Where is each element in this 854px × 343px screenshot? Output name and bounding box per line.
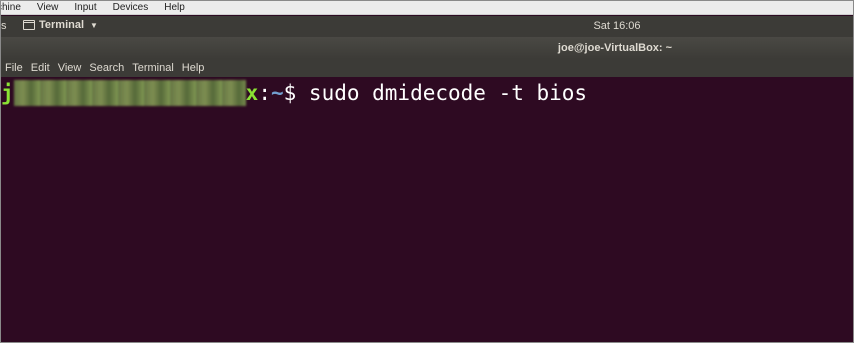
prompt-separator: :	[258, 81, 271, 105]
virtualbox-menubar: chine View Input Devices Help	[1, 1, 853, 15]
prompt-path: ~	[270, 81, 284, 105]
window-title: joe@joe-VirtualBox: ~	[557, 42, 673, 54]
menu-file[interactable]: File	[5, 62, 23, 74]
terminal-body[interactable]: j x:~$ sudo dmidecode -t bios	[1, 77, 853, 342]
menu-edit[interactable]: Edit	[31, 62, 50, 74]
command-line: j x:~$ sudo dmidecode -t bios	[1, 80, 853, 106]
screenshot-frame: chine View Input Devices Help s Terminal…	[0, 0, 854, 343]
command-text: sudo dmidecode -t bios	[296, 81, 588, 105]
vbox-menu-input[interactable]: Input	[74, 2, 104, 13]
terminal-titlebar[interactable]: joe@joe-VirtualBox: ~	[1, 37, 853, 59]
prompt-symbol: $	[283, 81, 297, 105]
vbox-menu-help[interactable]: Help	[164, 2, 193, 13]
menu-search[interactable]: Search	[89, 62, 124, 74]
menu-help[interactable]: Help	[182, 62, 205, 74]
prompt-user: j	[1, 81, 14, 105]
terminal-menubar: File Edit View Search Terminal Help	[1, 59, 853, 77]
vbox-menu-machine[interactable]: chine	[1, 2, 29, 13]
vbox-menu-view[interactable]: View	[37, 2, 67, 13]
ubuntu-top-panel: s Terminal ▼ Sat 16:06	[1, 16, 853, 37]
menu-terminal[interactable]: Terminal	[132, 62, 174, 74]
clock[interactable]: Sat 16:06	[1, 20, 853, 32]
redacted-username-host	[13, 80, 246, 106]
vbox-menu-devices[interactable]: Devices	[113, 2, 157, 13]
prompt-host-suffix: x	[245, 81, 259, 105]
menu-view[interactable]: View	[58, 62, 82, 74]
